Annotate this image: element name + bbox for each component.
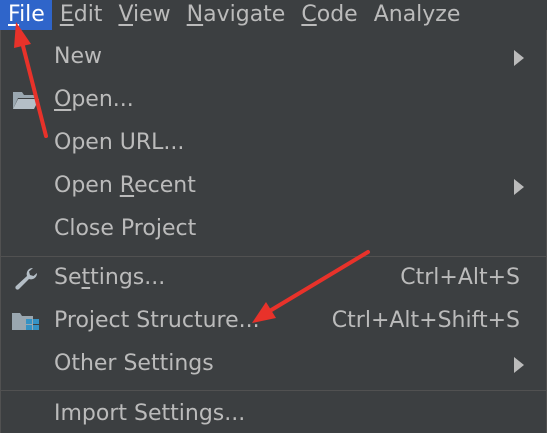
menu-separator	[1, 390, 546, 391]
project-structure-icon	[11, 308, 41, 334]
submenu-arrow-icon	[514, 357, 524, 373]
menu-item-other-settings[interactable]: Other Settings	[1, 343, 546, 385]
menu-item-label: Other Settings	[54, 351, 214, 376]
submenu-arrow-icon	[514, 179, 524, 195]
menu-navigate[interactable]: Navigate	[179, 0, 294, 30]
menu-item-open-recent[interactable]: Open Recent	[1, 165, 546, 207]
menu-view[interactable]: View	[110, 0, 178, 30]
menu-item-label: Settings...	[54, 265, 166, 290]
menu-item-label: Open URL...	[54, 130, 185, 155]
menu-item-open-url[interactable]: Open URL...	[1, 122, 546, 164]
shortcut-label: Ctrl+Alt+Shift+S	[331, 308, 520, 333]
submenu-arrow-icon	[514, 50, 524, 66]
menu-item-import-settings[interactable]: Import Settings...	[1, 393, 546, 433]
file-menu-dropdown: New Open... Open URL... Open Recent Clos…	[0, 30, 547, 433]
menu-item-label: Import Settings...	[54, 401, 246, 426]
menu-item-label: Open...	[54, 87, 134, 112]
menu-bar: File Edit View Navigate Code Analyze	[0, 0, 547, 30]
menu-item-close-project[interactable]: Close Project	[1, 208, 546, 250]
menu-item-project-structure[interactable]: Project Structure... Ctrl+Alt+Shift+S	[1, 300, 546, 342]
menu-item-settings[interactable]: Settings... Ctrl+Alt+S	[1, 257, 546, 299]
menu-item-label: Open Recent	[54, 173, 196, 198]
menu-edit[interactable]: Edit	[52, 0, 111, 30]
folder-open-icon	[11, 87, 41, 113]
shortcut-label: Ctrl+Alt+S	[400, 265, 520, 290]
menu-code[interactable]: Code	[293, 0, 365, 30]
menu-item-label: Close Project	[54, 216, 197, 241]
menu-item-open[interactable]: Open...	[1, 79, 546, 121]
menu-item-label: New	[54, 44, 102, 69]
menu-analyze[interactable]: Analyze	[366, 0, 469, 30]
menu-item-label: Project Structure...	[54, 308, 260, 333]
menu-item-new[interactable]: New	[1, 36, 546, 78]
menu-file[interactable]: File	[0, 0, 52, 30]
wrench-icon	[11, 265, 41, 291]
ide-window: File Edit View Navigate Code Analyze New…	[0, 0, 547, 433]
